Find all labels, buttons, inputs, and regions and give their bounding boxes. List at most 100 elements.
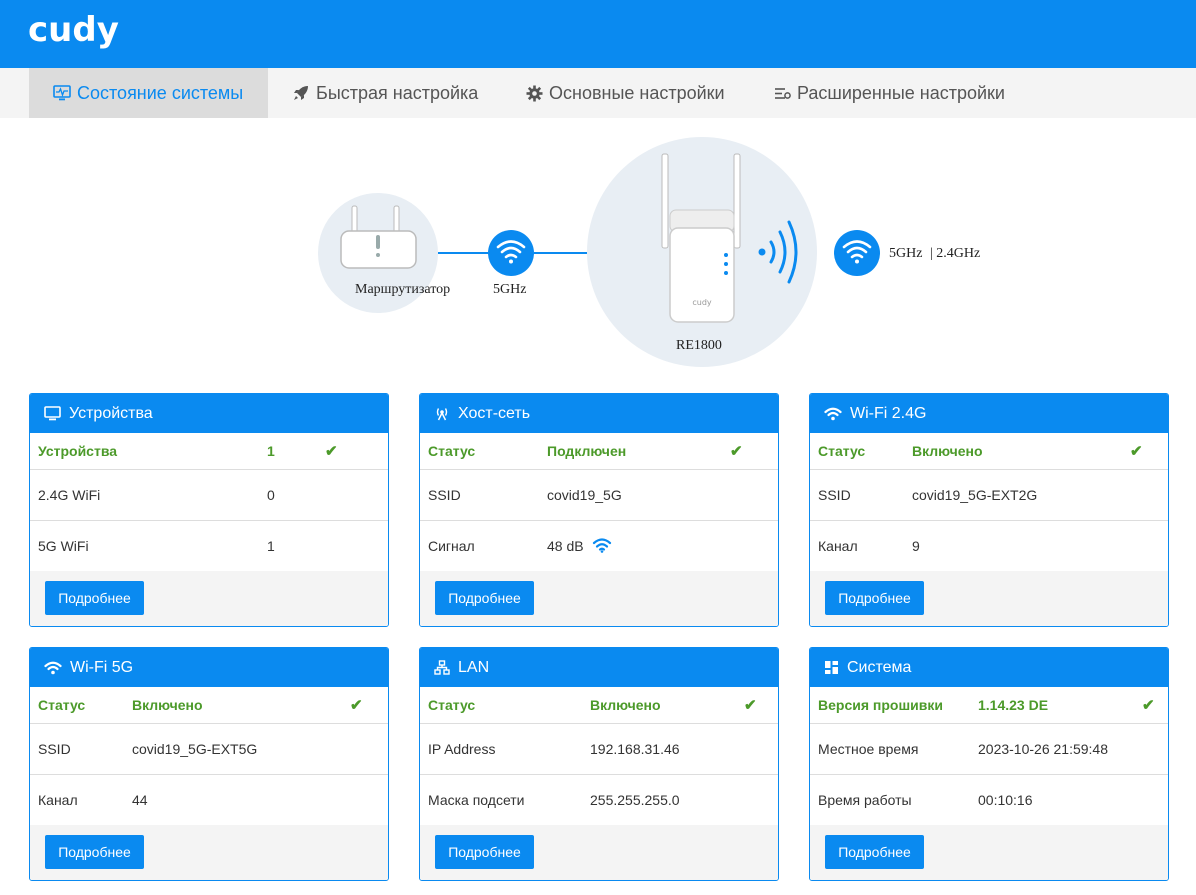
monitor-icon bbox=[53, 85, 71, 101]
check-icon: ✔ bbox=[730, 443, 743, 460]
row-value: covid19_5G bbox=[547, 487, 622, 503]
card-footer: Подробнее bbox=[420, 571, 778, 626]
row-label: Устройства bbox=[38, 443, 118, 459]
row-label: Статус bbox=[818, 443, 866, 459]
row-label: Статус bbox=[38, 697, 86, 713]
row-value: 1.14.23 DE bbox=[978, 697, 1049, 713]
wifi-5g-card: Wi-Fi 5G Статус Включено ✔ SSID covid19_… bbox=[29, 647, 389, 881]
row-label: Канал bbox=[818, 538, 858, 554]
card-footer: Подробнее bbox=[30, 825, 388, 880]
row-value: 1 bbox=[267, 538, 275, 554]
row-label: 5G WiFi bbox=[38, 538, 89, 554]
card-title: LAN bbox=[458, 658, 490, 676]
antenna-icon bbox=[436, 408, 448, 421]
row-value: 0 bbox=[267, 487, 275, 503]
svg-text:cudy: cudy bbox=[692, 298, 712, 307]
lan-card: LAN Статус Включено ✔ IP Address 192.168… bbox=[419, 647, 779, 881]
wifi-icon bbox=[44, 661, 62, 674]
tab-advanced-settings[interactable]: Расширенные настройки bbox=[774, 68, 1005, 118]
table-row: Время работы 00:10:16 bbox=[810, 775, 1168, 826]
card-header: Wi-Fi 2.4G bbox=[810, 394, 1168, 433]
band-5g-label: 5GHz bbox=[889, 246, 923, 261]
card-title: Устройства bbox=[69, 404, 153, 422]
row-value: 192.168.31.46 bbox=[590, 741, 680, 757]
row-label: Статус bbox=[428, 443, 476, 459]
card-header: Система bbox=[810, 648, 1168, 687]
row-value: 48 dB bbox=[547, 538, 584, 554]
card-footer: Подробнее bbox=[420, 825, 778, 880]
row-label: Версия прошивки bbox=[818, 697, 943, 713]
card-footer: Подробнее bbox=[810, 825, 1168, 880]
table-row: Устройства 1 ✔ bbox=[30, 433, 388, 470]
row-value: 44 bbox=[132, 792, 148, 808]
signal-wifi-icon bbox=[592, 538, 612, 553]
table-row: Версия прошивки 1.14.23 DE ✔ bbox=[810, 687, 1168, 724]
tab-quick-setup[interactable]: Быстрая настройка bbox=[292, 68, 478, 118]
row-value: 00:10:16 bbox=[978, 792, 1033, 808]
router-label: Маршрутизатор bbox=[355, 282, 451, 297]
table-row: Статус Включено ✔ bbox=[810, 433, 1168, 470]
system-card: Система Версия прошивки 1.14.23 DE ✔ Мес… bbox=[809, 647, 1169, 881]
row-label: Статус bbox=[428, 697, 476, 713]
device-model-label: RE1800 bbox=[676, 338, 722, 353]
details-button[interactable]: Подробнее bbox=[435, 581, 534, 615]
table-row: IP Address 192.168.31.46 bbox=[420, 724, 778, 775]
table-row: Канал 9 bbox=[810, 521, 1168, 572]
row-value: covid19_5G-EXT5G bbox=[132, 741, 258, 757]
tab-label: Состояние системы bbox=[77, 82, 244, 103]
tab-label: Расширенные настройки bbox=[797, 82, 1005, 103]
table-row: SSID covid19_5G bbox=[420, 470, 778, 521]
table-row: Канал 44 bbox=[30, 775, 388, 826]
host-network-card: Хост-сеть Статус Подключен ✔ SSID covid1… bbox=[419, 393, 779, 627]
details-button[interactable]: Подробнее bbox=[45, 581, 144, 615]
row-value: 1 bbox=[267, 443, 275, 459]
card-footer: Подробнее bbox=[810, 571, 1168, 626]
details-button[interactable]: Подробнее bbox=[435, 835, 534, 869]
details-button[interactable]: Подробнее bbox=[825, 835, 924, 869]
row-value: 9 bbox=[912, 538, 920, 554]
check-icon: ✔ bbox=[350, 697, 363, 714]
top-bar: cudy bbox=[0, 0, 1196, 68]
tab-basic-settings[interactable]: Основные настройки bbox=[526, 68, 725, 118]
table-row: Маска подсети 255.255.255.0 bbox=[420, 775, 778, 826]
network-icon bbox=[434, 660, 450, 675]
main-nav: Состояние системы Быстрая настройка Осно… bbox=[0, 68, 1196, 118]
row-label: IP Address bbox=[428, 741, 496, 757]
cudy-logo[interactable]: cudy bbox=[28, 10, 119, 50]
row-label: Маска подсети bbox=[428, 792, 525, 808]
row-value: covid19_5G-EXT2G bbox=[912, 487, 1038, 503]
details-button[interactable]: Подробнее bbox=[825, 581, 924, 615]
table-row: SSID covid19_5G-EXT2G bbox=[810, 470, 1168, 521]
row-value: Включено bbox=[912, 443, 983, 459]
table-row: Местное время 2023-10-26 21:59:48 bbox=[810, 724, 1168, 775]
row-value: 2023-10-26 21:59:48 bbox=[978, 741, 1108, 757]
table-row: Статус Подключен ✔ bbox=[420, 433, 778, 470]
monitor-icon bbox=[44, 406, 61, 421]
row-value: Включено bbox=[590, 697, 661, 713]
row-label: SSID bbox=[38, 741, 71, 757]
card-header: Хост-сеть bbox=[420, 394, 778, 433]
row-label: SSID bbox=[428, 487, 461, 503]
row-label: 2.4G WiFi bbox=[38, 487, 101, 503]
table-row: SSID covid19_5G-EXT5G bbox=[30, 724, 388, 775]
gear-icon bbox=[526, 85, 543, 101]
band-24g-label: | 2.4GHz bbox=[930, 246, 981, 261]
card-title: Хост-сеть bbox=[458, 404, 531, 422]
tab-system-status[interactable]: Состояние системы bbox=[29, 68, 268, 118]
dashboard-icon bbox=[825, 661, 838, 674]
check-icon: ✔ bbox=[1130, 443, 1143, 460]
row-label: Канал bbox=[38, 792, 78, 808]
table-row: Статус Включено ✔ bbox=[420, 687, 778, 724]
card-footer: Подробнее bbox=[30, 571, 388, 626]
check-icon: ✔ bbox=[1142, 697, 1155, 714]
row-label: Местное время bbox=[818, 741, 919, 757]
check-icon: ✔ bbox=[325, 443, 338, 460]
row-label: SSID bbox=[818, 487, 851, 503]
details-button[interactable]: Подробнее bbox=[45, 835, 144, 869]
row-label: Время работы bbox=[818, 792, 912, 808]
rocket-icon bbox=[294, 86, 308, 100]
row-value: Включено bbox=[132, 697, 203, 713]
row-value: Подключен bbox=[547, 443, 627, 459]
topology-graphic: cudy bbox=[318, 137, 880, 367]
uplink-wifi-circle bbox=[488, 230, 534, 276]
